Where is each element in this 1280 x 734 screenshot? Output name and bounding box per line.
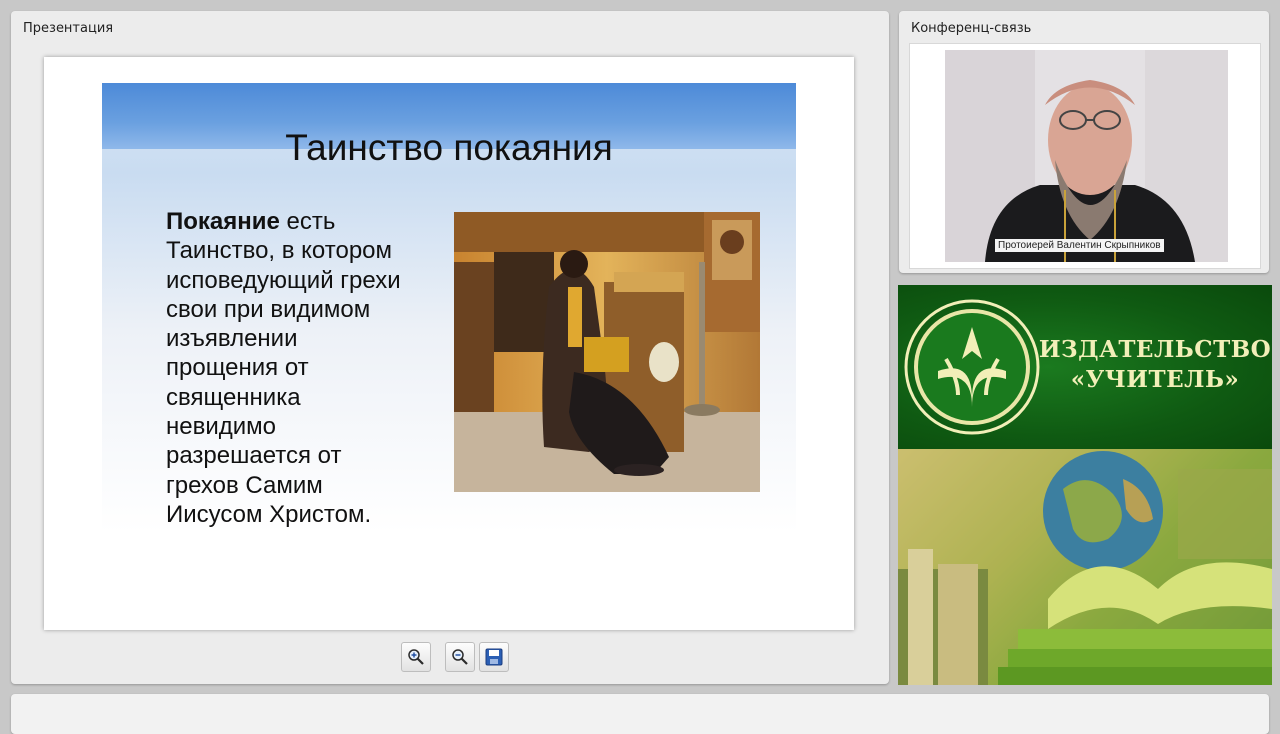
- slide-text-line: грехов Самим: [166, 471, 323, 499]
- slide-text-line: исповедующий грехи: [166, 266, 401, 294]
- confession-painting: [454, 212, 760, 492]
- presentation-panel-title: Презентация: [23, 21, 114, 36]
- slide: Таинство покаяния Покаяние есть Таинство…: [102, 83, 796, 533]
- publisher-header: ИЗДАТЕЛЬСТВО «УЧИТЕЛЬ»: [898, 285, 1272, 449]
- slide-text-line: Иисусом Христом.: [166, 500, 372, 528]
- zoom-out-button[interactable]: [445, 642, 475, 672]
- slide-text-line: разрешается от: [166, 442, 342, 470]
- slide-text-line: Таинство, в котором: [166, 237, 393, 265]
- slide-text-line: невидимо: [166, 413, 277, 441]
- publisher-banner: ИЗДАТЕЛЬСТВО «УЧИТЕЛЬ»: [898, 285, 1272, 685]
- publisher-name-line1: ИЗДАТЕЛЬСТВО: [1038, 336, 1272, 363]
- speaker-video-image: [945, 50, 1228, 262]
- zoom-in-icon: [408, 649, 424, 665]
- slide-text-line: есть: [279, 208, 336, 235]
- publisher-logo-icon: [904, 299, 1040, 435]
- save-icon: [485, 648, 503, 666]
- slide-title: Таинство покаяния: [285, 127, 613, 168]
- conference-panel-title: Конференц-связь: [911, 21, 1032, 36]
- publisher-books-image: [898, 449, 1272, 685]
- books-globe-illustration: [898, 449, 1272, 685]
- presentation-toolbar: [401, 642, 511, 672]
- zoom-out-icon: [452, 649, 468, 665]
- speaker-name-label: Протоиерей Валентин Скрыпников: [995, 239, 1164, 252]
- slide-text-line: священника: [166, 383, 301, 411]
- slide-text-line: изъявлении: [166, 325, 298, 353]
- slide-text-line: прощения от: [166, 354, 309, 382]
- video-frame: Протоиерей Валентин Скрыпников: [909, 43, 1261, 269]
- save-button[interactable]: [479, 642, 509, 672]
- slide-text-line: свои при видимом: [166, 295, 371, 323]
- publisher-name: ИЗДАТЕЛЬСТВО «УЧИТЕЛЬ»: [1038, 335, 1272, 395]
- conference-panel: Конференц-связь Протоиерей Валентин Скры…: [899, 11, 1269, 273]
- presentation-panel: Презентация Таинство покаяния Покаяние е…: [11, 11, 889, 684]
- slide-body-text: Покаяние есть Таинство, в котором испове…: [166, 207, 456, 529]
- publisher-name-line2: «УЧИТЕЛЬ»: [1070, 366, 1240, 393]
- slide-bold-term: Покаяние: [166, 208, 280, 235]
- slide-viewer[interactable]: Таинство покаяния Покаяние есть Таинство…: [44, 57, 854, 630]
- bottom-panel: [11, 694, 1269, 734]
- speaker-video[interactable]: Протоиерей Валентин Скрыпников: [945, 50, 1228, 262]
- zoom-in-button[interactable]: [401, 642, 431, 672]
